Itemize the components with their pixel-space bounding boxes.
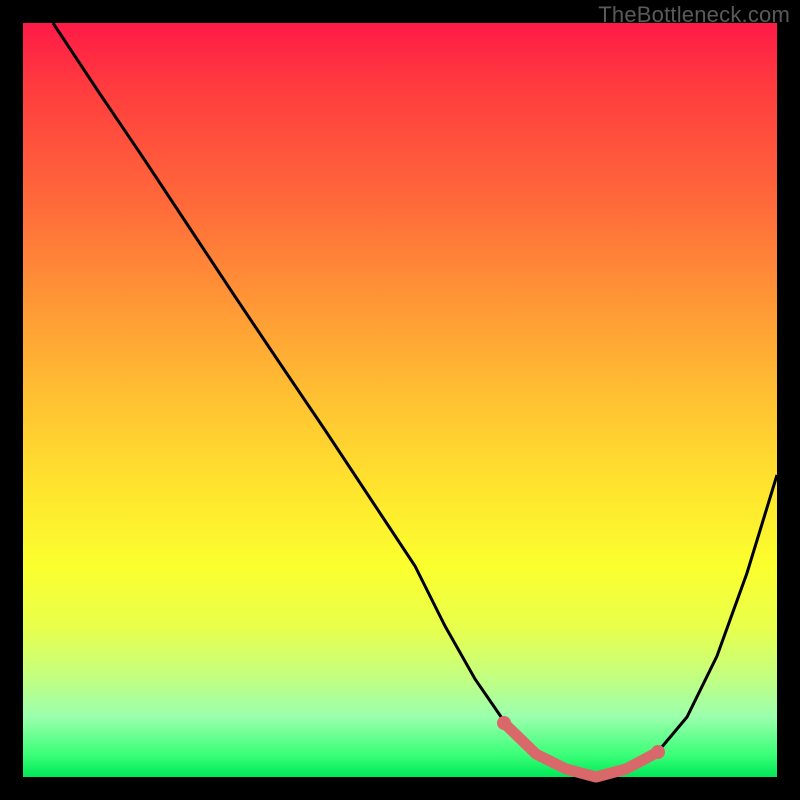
highlight-endpoint-right bbox=[651, 745, 665, 759]
highlight-endpoint-left bbox=[497, 716, 511, 730]
watermark-text: TheBottleneck.com bbox=[598, 2, 790, 28]
chart-frame: TheBottleneck.com bbox=[0, 0, 800, 800]
bottleneck-curve-line bbox=[53, 23, 777, 777]
highlight-optimum-segment bbox=[504, 723, 658, 777]
bottleneck-curve-svg bbox=[23, 23, 777, 777]
plot-area bbox=[23, 23, 777, 777]
